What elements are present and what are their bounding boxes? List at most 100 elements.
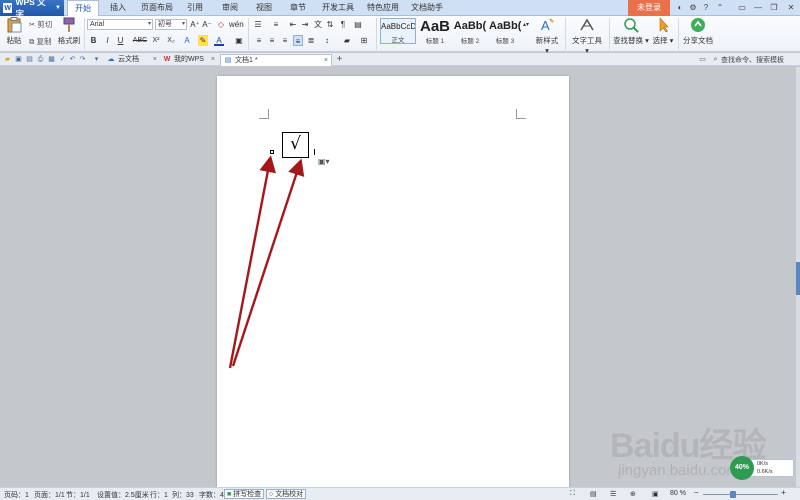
tab-document-1[interactable]: ▤ 文档1 * × [220, 54, 332, 66]
close-icon[interactable]: × [153, 54, 157, 66]
style-normal[interactable]: AaBbCcDd 正文 [380, 18, 416, 44]
italic-button[interactable]: I [103, 35, 112, 46]
login-button[interactable]: 未登录 [628, 0, 670, 16]
tab-chapter[interactable]: 章节 [284, 0, 312, 16]
undo-icon[interactable]: ↶ [68, 55, 77, 64]
tab-insert[interactable]: 插入 [103, 0, 133, 16]
format-painter-button[interactable]: 格式刷 [57, 17, 81, 46]
bullet-list-icon[interactable]: ☰ [252, 19, 264, 30]
show-marks-icon[interactable]: ¶ [338, 19, 348, 30]
network-speed-widget[interactable]: 0K/s 0.6K/s 40% [730, 456, 796, 480]
chevron-down-icon[interactable]: ▾ [92, 55, 101, 64]
zoom-slider-thumb[interactable] [730, 491, 736, 498]
font-size-select[interactable]: 初号 ▾ [155, 19, 187, 30]
close-icon[interactable]: × [324, 55, 328, 67]
restore-icon[interactable]: ❐ [769, 3, 779, 13]
spell-icon[interactable]: ✓ [58, 55, 67, 64]
new-style-button[interactable]: A 新样式 ▾ [533, 17, 561, 55]
underline-button[interactable]: U [116, 35, 125, 46]
grow-font-button[interactable]: A⁺ [190, 19, 200, 30]
full-screen-icon[interactable]: ⛶ [570, 490, 575, 498]
page-view-icon[interactable]: ▤ [590, 490, 597, 498]
justify-icon[interactable]: ≡ [293, 35, 303, 46]
print-icon[interactable]: ⎙ [36, 55, 45, 64]
checked-box-symbol[interactable]: √ [282, 132, 309, 158]
bold-button[interactable]: B [89, 35, 98, 46]
zoom-slider[interactable] [703, 494, 778, 495]
document-page[interactable]: √ ▣▾ [217, 76, 569, 496]
reading-view-icon[interactable]: ▣ [652, 490, 659, 498]
export-pdf-icon[interactable]: ▤ [25, 55, 34, 64]
tab-page-layout[interactable]: 页面布局 [137, 0, 177, 16]
align-left-icon[interactable]: ≡ [254, 35, 264, 46]
border-icon[interactable]: ⊞ [358, 35, 370, 46]
spellcheck-toggle[interactable]: ■ 拼写检查 [224, 489, 265, 499]
numbered-list-icon[interactable]: ≡ [270, 19, 282, 30]
tab-doc-assistant[interactable]: 文档助手 [406, 0, 448, 16]
print-preview-icon[interactable]: ▦ [47, 55, 56, 64]
tab-start[interactable]: 开始 [67, 0, 99, 17]
superscript-button[interactable]: X² [150, 35, 162, 46]
find-replace-button[interactable]: 查找替换 ▾ [613, 17, 649, 46]
select-button[interactable]: 选择 ▾ [652, 17, 674, 46]
tab-references[interactable]: 引用 [181, 0, 209, 16]
paste-button[interactable]: 粘贴 [4, 17, 24, 46]
split-window-icon[interactable]: ▭ [737, 3, 747, 13]
style-heading-2[interactable]: AaBb( 标题 2 [453, 18, 487, 45]
font-name-select[interactable]: Arial ▾ [87, 19, 153, 30]
style-heading-3[interactable]: AaBb( 标题 3 [489, 18, 521, 45]
table-icon[interactable]: ▤ [353, 19, 363, 30]
zoom-out-button[interactable]: − [694, 488, 699, 497]
command-search-input[interactable]: 查找命令、搜索模板 [721, 55, 784, 65]
close-icon[interactable]: ✕ [786, 3, 796, 13]
save-icon[interactable]: ▣ [14, 55, 23, 64]
text-effect-icon[interactable]: A [182, 35, 192, 46]
skin-icon[interactable]: ◐ [675, 3, 685, 13]
add-tab-button[interactable]: + [335, 55, 344, 65]
distributed-icon[interactable]: ≣ [306, 35, 316, 46]
line-spacing-icon[interactable]: ↕ [321, 35, 333, 46]
vertical-scrollbar[interactable] [796, 67, 800, 487]
align-right-icon[interactable]: ≡ [280, 35, 290, 46]
tab-developer[interactable]: 开发工具 [318, 0, 358, 16]
tab-features[interactable]: 特色应用 [362, 0, 404, 16]
proofread-button[interactable]: ○ 文档校对 [266, 489, 307, 499]
align-center-icon[interactable]: ≡ [267, 35, 277, 46]
strikethrough-button[interactable]: ABC [132, 35, 148, 46]
share-doc-button[interactable]: 分享文档 [683, 17, 713, 46]
app-menu-button[interactable]: W WPS 文字 ▼ [0, 0, 64, 19]
increase-indent-icon[interactable]: ⇥ [300, 19, 310, 30]
sort-icon[interactable]: ⇅ [325, 19, 335, 30]
decrease-indent-icon[interactable]: ⇤ [288, 19, 298, 30]
shading-icon[interactable]: ▰ [341, 35, 353, 46]
web-view-icon[interactable]: ⊕ [630, 490, 636, 498]
clear-format-icon[interactable]: ◇ [216, 19, 226, 30]
tab-my-wps[interactable]: W 我的WPS × [160, 54, 218, 66]
zoom-level[interactable]: 80 % [670, 490, 686, 497]
tab-cloud-docs[interactable]: ☁ 云文档 × [104, 54, 160, 66]
highlight-icon[interactable]: ✎ [198, 35, 208, 46]
phonetic-icon[interactable]: wén [229, 19, 244, 30]
subscript-button[interactable]: X₂ [165, 35, 177, 46]
font-color-icon[interactable]: A [214, 35, 224, 46]
close-icon[interactable]: × [211, 54, 215, 66]
style-heading-1[interactable]: AaB 标题 1 [419, 18, 451, 45]
paste-options-icon[interactable]: ▣▾ [318, 157, 330, 166]
copy-button[interactable]: ⧉ 复制 [29, 36, 51, 47]
tab-view[interactable]: 视图 [250, 0, 278, 16]
minimize-icon[interactable]: — [753, 3, 763, 13]
gear-icon[interactable]: ⚙ [688, 3, 698, 13]
layout-icon[interactable]: ▭ [698, 55, 707, 64]
help-icon[interactable]: ? [701, 3, 711, 13]
scrollbar-thumb[interactable] [796, 262, 800, 295]
outline-view-icon[interactable]: ☰ [610, 490, 616, 498]
zoom-in-button[interactable]: + [781, 488, 786, 497]
redo-icon[interactable]: ↷ [78, 55, 87, 64]
tab-review[interactable]: 审阅 [215, 0, 245, 16]
chevron-up-icon[interactable]: ⌃ [715, 3, 725, 13]
gallery-scroll-icon[interactable]: ▴▾ [523, 20, 529, 31]
open-folder-icon[interactable]: ▰ [3, 55, 12, 64]
shrink-font-button[interactable]: A⁻ [202, 19, 212, 30]
cut-button[interactable]: ✂ 剪切 [29, 19, 52, 30]
text-tools-button[interactable]: 文字工具 ▾ [570, 17, 604, 55]
